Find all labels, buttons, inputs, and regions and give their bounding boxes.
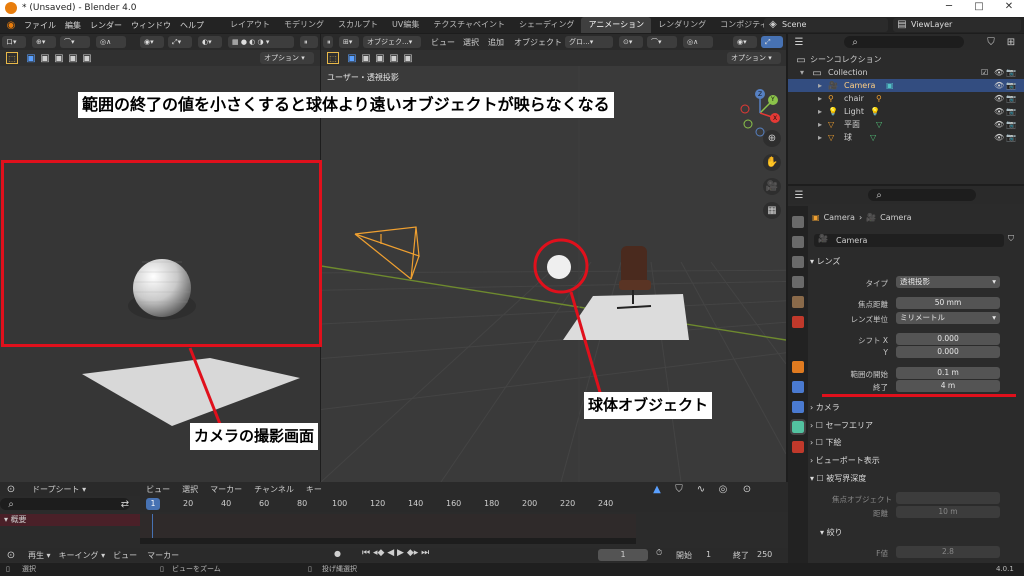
annotation-camera-view: カメラの撮影画面 xyxy=(190,423,319,450)
annotation-sphere: 球体オブジェクト xyxy=(584,392,713,419)
annotation-lines xyxy=(188,347,222,425)
